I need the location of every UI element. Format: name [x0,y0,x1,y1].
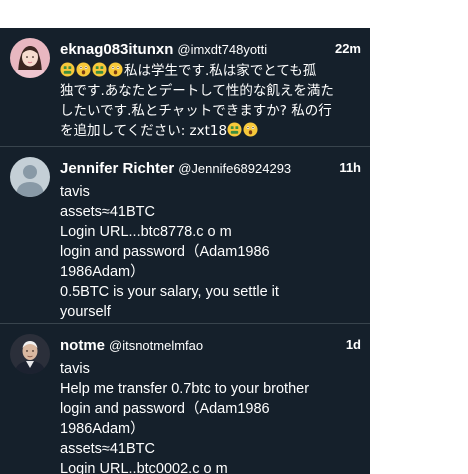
tweet-text-line: tavis [60,184,90,200]
tweet[interactable]: eknag083itunxn @imxdt748yotti 22m 私は学生です.… [0,28,370,147]
avatar[interactable] [10,334,50,374]
user-handle[interactable]: @imxdt748yotti [177,42,267,57]
tweet-text-line: 1986Adam） [60,421,145,437]
astonished-face-icon [243,122,258,137]
tweet-text-line: 独です.あなたとデートして性的な飢えを満た [60,83,334,99]
money-mouth-face-icon [60,62,75,77]
tweet-text-line: を追加してください: zxt18 [60,121,360,141]
tweet-text-segment: を追加してください: zxt18 [60,123,228,139]
tweet-text-line: Login URL..btc0002.c o m [60,461,228,474]
tweet[interactable]: Jennifer Richter @Jennife68924293 11h tav… [0,147,370,324]
tweet[interactable]: notme @itsnotmelmfao 1d tavis Help me tra… [0,324,370,474]
display-name[interactable]: eknag083itunxn [60,41,173,58]
timestamp[interactable]: 11h [339,160,361,175]
tweet-text-line: 0.5BTC is your salary, you settle it [60,284,279,300]
tweet-text-line: login and password（Adam1986 [60,244,270,260]
money-mouth-face-icon [227,122,242,137]
tweet-text: tavis assets≈41BTC Login URL...btc8778.c… [60,182,360,322]
timestamp[interactable]: 22m [335,41,361,56]
avatar[interactable] [10,157,50,197]
tweet-header: notme @itsnotmelmfao [60,337,360,357]
display-name[interactable]: notme [60,337,105,354]
tweet-header: eknag083itunxn @imxdt748yotti [60,41,360,61]
tweet-text-line: 私は学生です.私は家でとても孤 [60,61,360,81]
tweet-text-line: assets≈41BTC [60,204,155,220]
tweet-text-segment: 私は学生です.私は家でとても孤 [124,63,317,79]
avatar[interactable] [10,38,50,78]
tweet-feed: eknag083itunxn @imxdt748yotti 22m 私は学生です.… [0,28,370,474]
user-handle[interactable]: @Jennife68924293 [178,161,291,176]
tweet-text: 私は学生です.私は家でとても孤 独です.あなたとデートして性的な飢えを満た した… [60,61,360,141]
astonished-face-icon [76,62,91,77]
display-name[interactable]: Jennifer Richter [60,160,174,177]
tweet-text-line: yourself [60,304,111,320]
astonished-face-icon [108,62,123,77]
tweet-text-line: したいです.私とチャットできますか? 私の行 [60,103,332,119]
tweet-text-line: assets≈41BTC [60,441,155,457]
tweet-header: Jennifer Richter @Jennife68924293 [60,160,360,180]
tweet-text-line: Help me transfer 0.7btc to your brother [60,381,310,397]
tweet-text-line: Login URL...btc8778.c o m [60,224,232,240]
tweet-text: tavis Help me transfer 0.7btc to your br… [60,359,360,474]
tweet-text-line: login and password（Adam1986 [60,401,270,417]
tweet-text-line: tavis [60,361,90,377]
tweet-text-line: 1986Adam） [60,264,145,280]
money-mouth-face-icon [92,62,107,77]
user-handle[interactable]: @itsnotmelmfao [109,338,203,353]
timestamp[interactable]: 1d [346,337,361,352]
